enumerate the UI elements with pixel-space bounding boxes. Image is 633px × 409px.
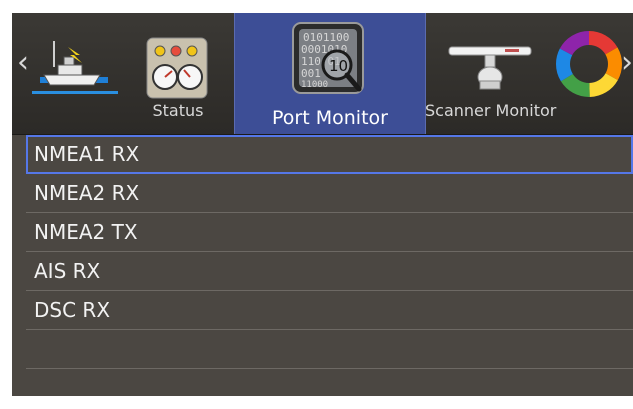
tab-status[interactable]: Status bbox=[122, 13, 234, 134]
tab-boat-radio[interactable] bbox=[30, 13, 120, 134]
list-item-nmea2-rx[interactable]: NMEA2 RX bbox=[26, 174, 633, 213]
list-item-label: NMEA1 RX bbox=[34, 142, 140, 166]
svg-text:001: 001 bbox=[301, 67, 321, 80]
tab-scanner-monitor-label: Scanner Monitor bbox=[425, 101, 557, 120]
port-list: NMEA1 RX NMEA2 RX NMEA2 TX AIS RX DSC RX bbox=[26, 135, 633, 396]
list-item-ais-rx[interactable]: AIS RX bbox=[26, 252, 633, 291]
list-item-label: NMEA2 RX bbox=[34, 181, 140, 205]
list-item-label: DSC RX bbox=[34, 298, 111, 322]
list-item-nmea1-rx[interactable]: NMEA1 RX bbox=[26, 135, 633, 174]
tab-port-monitor-label: Port Monitor bbox=[272, 107, 388, 129]
svg-text:10: 10 bbox=[329, 57, 348, 75]
list-item-empty bbox=[26, 369, 633, 396]
tab-scanner-monitor[interactable]: Scanner Monitor bbox=[425, 13, 557, 134]
list-item-dsc-rx[interactable]: DSC RX bbox=[26, 291, 633, 330]
port-monitor-screen: ‹ Status 0101100 0001010 110 01 001 1100… bbox=[12, 13, 633, 396]
tab-status-label: Status bbox=[152, 101, 204, 120]
list-item-label: NMEA2 TX bbox=[34, 220, 138, 244]
svg-text:11000: 11000 bbox=[301, 80, 328, 90]
tab-port-monitor[interactable]: 0101100 0001010 110 01 001 11000 10 Port… bbox=[234, 13, 426, 134]
scroll-right-arrow-icon[interactable]: › bbox=[618, 43, 633, 83]
list-item-label: AIS RX bbox=[34, 259, 101, 283]
color-wheel-icon bbox=[556, 31, 622, 97]
boat-radio-icon bbox=[32, 41, 118, 94]
radar-scanner-icon bbox=[448, 46, 532, 90]
gauge-panel-icon bbox=[146, 37, 208, 99]
binary-magnifier-icon: 0101100 0001010 110 01 001 11000 10 bbox=[292, 22, 364, 94]
list-item-nmea2-tx[interactable]: NMEA2 TX bbox=[26, 213, 633, 252]
list-item-empty bbox=[26, 330, 633, 369]
function-carousel: ‹ Status 0101100 0001010 110 01 001 1100… bbox=[12, 13, 633, 135]
